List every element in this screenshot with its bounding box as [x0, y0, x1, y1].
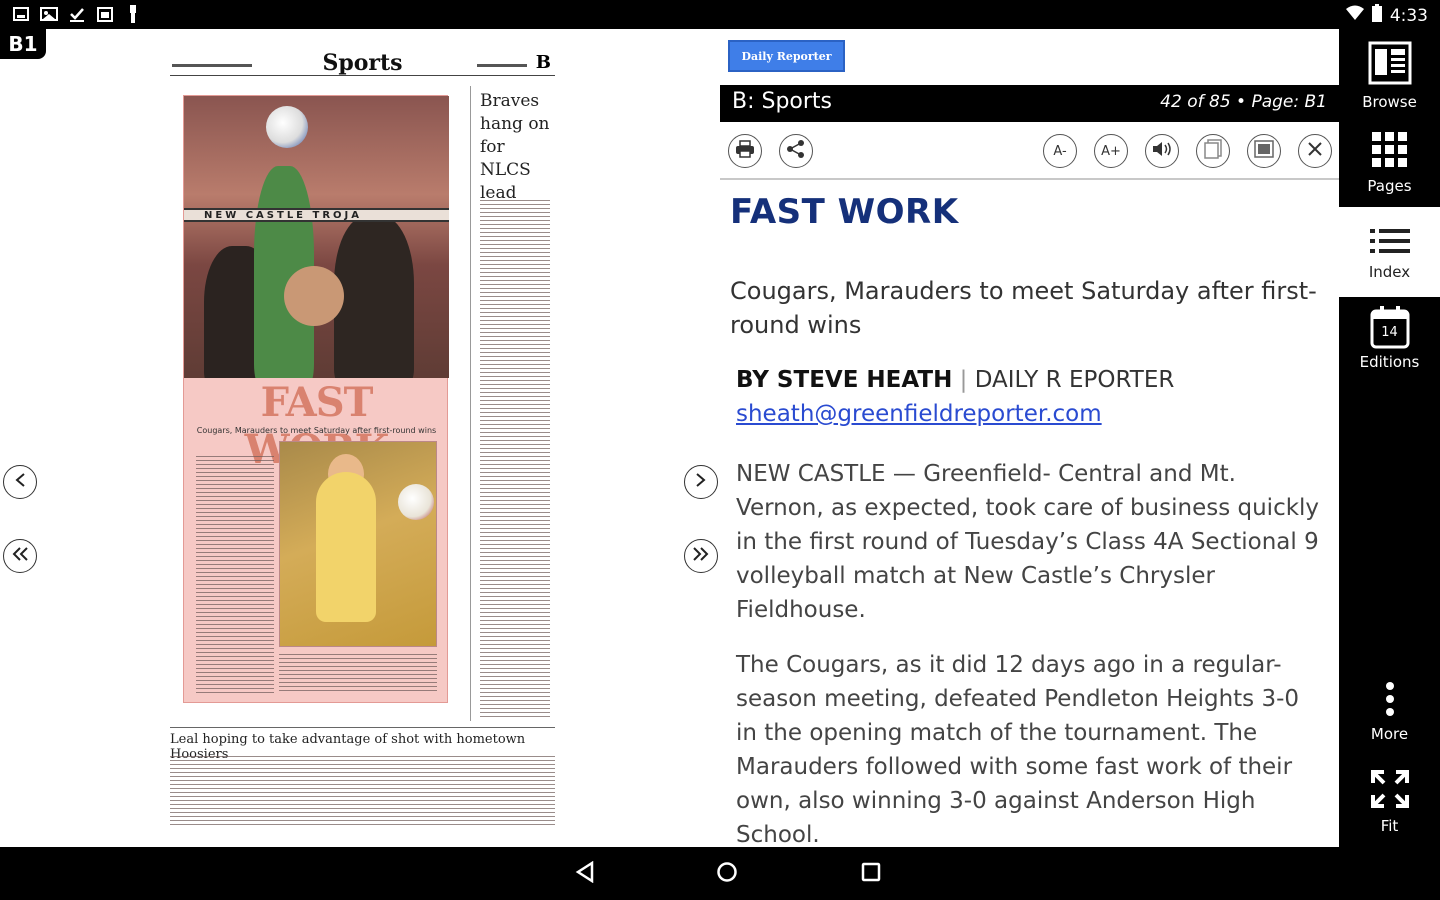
download-check-icon	[68, 5, 86, 23]
share-button[interactable]	[779, 134, 813, 168]
side-story-headline[interactable]: Braves hang on for NLCS lead	[480, 90, 550, 205]
article-reader: Daily Reporter B: Sports 42 of 85 • Page…	[720, 29, 1339, 847]
article-paragraph: The Cougars, as it did 12 days ago in a …	[736, 652, 1300, 847]
newspaper-page[interactable]: Sports B NEW CASTLE TROJA FAST WORK Coug…	[170, 50, 555, 830]
feature-caption-text	[279, 654, 437, 694]
share-icon	[786, 139, 806, 163]
browse-icon	[1339, 41, 1440, 89]
article-text-icon	[1254, 140, 1274, 162]
byline-outlet: DAILY R EPORTER	[974, 367, 1175, 393]
sidebar-item-label: More	[1370, 725, 1409, 743]
feature-subhead: Cougars, Marauders to meet Saturday afte…	[196, 426, 437, 435]
font-increase-button[interactable]: A+	[1094, 134, 1128, 168]
previous-page-button[interactable]	[3, 465, 37, 499]
expand-arrows-icon	[1339, 769, 1440, 813]
recents-button[interactable]	[858, 861, 884, 887]
sidebar-item-label: Index	[1368, 263, 1411, 281]
header-fineprint-left	[172, 64, 252, 67]
calendar-icon	[96, 5, 114, 23]
bottom-story-text	[170, 756, 555, 826]
newspaper-section-title: Sports	[322, 50, 403, 76]
article-byline: BY STEVE HEATH | DAILY R EPORTER	[736, 367, 1174, 393]
battery-icon	[1371, 4, 1382, 27]
right-sidebar: Browse Pages Index 14 Editions More Fit	[1339, 29, 1440, 847]
editions-day: 14	[1381, 325, 1398, 340]
bottom-rule	[170, 727, 555, 728]
volleyball	[398, 484, 434, 520]
volleyball	[266, 106, 308, 148]
article-paragraph: NEW CASTLE — Greenfield- Central and Mt.…	[736, 461, 1320, 623]
double-chevron-right-icon	[692, 546, 710, 567]
clock: 4:33	[1389, 5, 1428, 26]
header-fineprint-right	[477, 64, 527, 67]
sidebar-item-editions[interactable]: 14 Editions	[1339, 305, 1440, 385]
sidebar-item-more[interactable]: More	[1339, 681, 1440, 751]
more-vertical-icon	[1339, 681, 1440, 721]
sidebar-item-label: Browse	[1362, 93, 1417, 111]
sidebar-item-label: Editions	[1359, 353, 1420, 371]
page-image-icon	[1203, 139, 1223, 163]
player-body	[316, 472, 376, 622]
text-view-button[interactable]	[1247, 134, 1281, 168]
calendar-icon: 14	[1370, 305, 1410, 349]
sidebar-item-pages[interactable]: Pages	[1339, 129, 1440, 209]
double-chevron-left-icon	[11, 546, 29, 567]
reader-toolbar: A- A+	[720, 122, 1339, 180]
list-icon	[1339, 227, 1440, 259]
first-page-button[interactable]	[3, 539, 37, 573]
back-triangle-icon	[574, 860, 596, 887]
photo-icon	[40, 5, 58, 23]
volleyball-net: NEW CASTLE TROJA	[184, 208, 449, 222]
system-nav-bar	[0, 847, 1440, 900]
author-email-link[interactable]: sheath@greenfieldreporter.com	[736, 401, 1102, 427]
status-bar: 4:33	[0, 0, 1440, 29]
next-page-button[interactable]	[684, 465, 718, 499]
home-button[interactable]	[714, 861, 740, 887]
feature-story-block[interactable]: NEW CASTLE TROJA FAST WORK Cougars, Mara…	[183, 95, 449, 703]
grid-icon	[1339, 131, 1440, 173]
column-rule	[470, 86, 471, 721]
article-title: FAST WORK	[730, 192, 959, 232]
volleyball-photo-1: NEW CASTLE TROJA	[184, 96, 449, 378]
byline-author: BY STEVE HEATH	[736, 367, 953, 393]
sidebar-item-label: Pages	[1367, 177, 1412, 195]
sidebar-item-fit[interactable]: Fit	[1339, 769, 1440, 839]
view-page-button[interactable]	[1196, 134, 1230, 168]
recents-square-icon	[861, 862, 881, 886]
chevron-right-icon	[695, 472, 707, 493]
player-silhouette	[334, 216, 414, 378]
sidebar-item-browse[interactable]: Browse	[1339, 37, 1440, 122]
home-circle-icon	[716, 861, 738, 887]
sidebar-item-index[interactable]: Index	[1339, 207, 1440, 297]
reader-header-bar: B: Sports 42 of 85 • Page: B1	[720, 85, 1339, 122]
reader-page-info: 42 of 85 • Page: B1	[1160, 92, 1327, 112]
sidebar-item-label: Fit	[1380, 817, 1399, 835]
newspaper-section-letter: B	[535, 52, 551, 73]
back-button[interactable]	[572, 860, 598, 887]
feature-column-text	[196, 456, 274, 694]
player-hair	[284, 266, 344, 326]
close-article-button[interactable]	[1298, 134, 1332, 168]
wifi-icon	[1345, 5, 1364, 26]
brand-logo: Daily Reporter	[728, 40, 845, 72]
usb-icon	[124, 5, 142, 23]
last-page-button[interactable]	[684, 539, 718, 573]
font-decrease-button[interactable]: A-	[1043, 134, 1077, 168]
byline-separator: |	[959, 367, 968, 393]
volleyball-photo-2	[279, 441, 437, 647]
printer-icon	[735, 140, 755, 162]
print-button[interactable]	[728, 134, 762, 168]
close-icon	[1307, 141, 1323, 161]
chevron-left-icon	[14, 472, 26, 493]
newspaper-header: Sports B	[170, 50, 555, 76]
speaker-icon	[1151, 140, 1173, 162]
screenshot-icon	[12, 5, 30, 23]
side-story-text	[480, 200, 550, 720]
reader-section-title: B: Sports	[732, 89, 833, 114]
text-to-speech-button[interactable]	[1145, 134, 1179, 168]
article-deck: Cougars, Marauders to meet Saturday afte…	[730, 277, 1317, 339]
page-badge: B1	[0, 29, 46, 59]
